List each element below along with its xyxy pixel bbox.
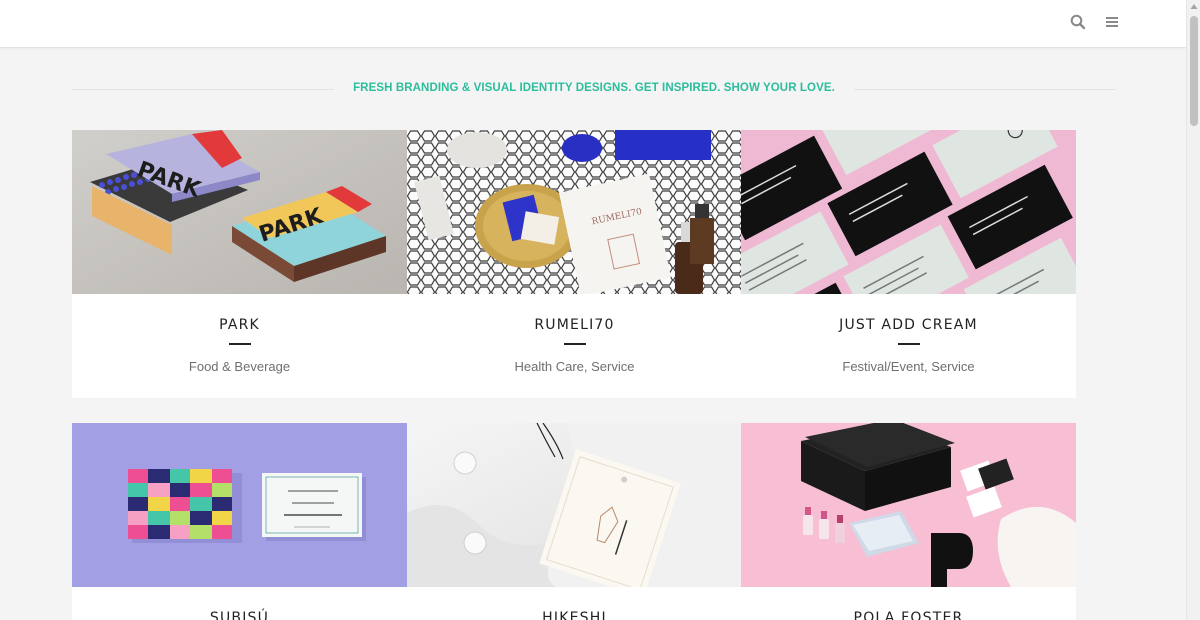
project-title[interactable]: SUBISÚ xyxy=(72,610,407,620)
search-icon[interactable] xyxy=(1069,13,1087,31)
hamburger-menu-icon[interactable] xyxy=(1104,13,1122,31)
project-card-subisu[interactable]: SUBISÚ xyxy=(72,423,407,620)
project-title[interactable]: POLA FOSTER xyxy=(741,610,1076,620)
project-card-just-add-cream[interactable]: JUST ADD CREAM Festival/Event, Service xyxy=(741,130,1076,398)
project-title[interactable]: RUMELI70 xyxy=(407,317,742,333)
divider-left xyxy=(72,89,334,90)
title-underline xyxy=(563,343,586,345)
site-tagline: FRESH BRANDING & VISUAL IDENTITY DESIGNS… xyxy=(353,82,835,94)
project-thumbnail-rumeli70[interactable]: RUMELI70 xyxy=(407,130,742,294)
top-navigation-bar xyxy=(0,0,1186,48)
project-thumbnail-hikeshi[interactable] xyxy=(407,423,742,587)
project-title[interactable]: HIKESHI xyxy=(407,610,742,620)
scrollbar-thumb[interactable] xyxy=(1190,16,1198,126)
divider-right xyxy=(854,89,1116,90)
project-category[interactable]: Food & Beverage xyxy=(72,359,407,374)
vertical-scrollbar[interactable] xyxy=(1186,0,1200,620)
scroll-up-arrow-icon[interactable] xyxy=(1187,0,1200,14)
project-thumbnail-just-add-cream[interactable] xyxy=(741,130,1076,294)
project-card-pola-foster[interactable]: POLA FOSTER xyxy=(741,423,1076,620)
title-underline xyxy=(228,343,251,345)
project-title[interactable]: JUST ADD CREAM xyxy=(741,317,1076,333)
tagline-row: FRESH BRANDING & VISUAL IDENTITY DESIGNS… xyxy=(72,78,1116,102)
project-thumbnail-subisu[interactable] xyxy=(72,423,407,587)
project-category[interactable]: Festival/Event, Service xyxy=(741,359,1076,374)
project-card-hikeshi[interactable]: HIKESHI xyxy=(407,423,742,620)
title-underline xyxy=(897,343,920,345)
project-category[interactable]: Health Care, Service xyxy=(407,359,742,374)
project-card-rumeli70[interactable]: RUMELI70 RUMELI70 Health Care, Service xyxy=(407,130,742,398)
project-thumbnail-park[interactable]: PARK PARK xyxy=(72,130,407,294)
project-title[interactable]: PARK xyxy=(72,317,407,333)
project-thumbnail-pola-foster[interactable] xyxy=(741,423,1076,587)
project-card-park[interactable]: PARK PARK PARK Food & Beverage xyxy=(72,130,407,398)
